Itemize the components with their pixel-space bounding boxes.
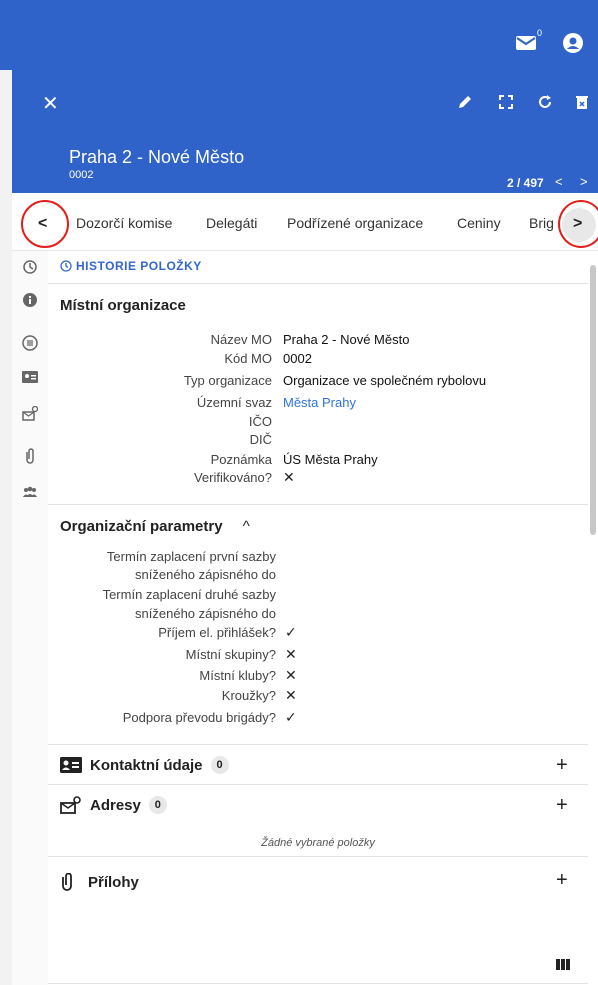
param-label: Příjem el. přihlášek? [158,625,276,640]
address-icon [60,796,81,814]
check-icon: ✓ [285,624,297,640]
field-label: Územní svaz [196,395,272,410]
record-header: ✕ Praha 2 - Nové Město 0002 2 / 497 < > [12,70,598,193]
section-title-mo: Místní organizace [60,297,186,314]
tab-delegati[interactable]: Delegáti [206,215,257,231]
addresses-title: Adresy [90,796,141,814]
check-icon: ✓ [285,709,297,725]
tabs-scroll-left-button[interactable]: < [38,215,47,233]
detail-panel: HISTORIE POLOŽKY Místní organizace Název… [48,251,588,985]
account-icon[interactable] [563,33,583,53]
divider [48,983,588,984]
param-label: sníženého zápisného do [135,567,276,582]
contact-card-icon [60,757,82,773]
addresses-section-header[interactable]: Adresy 0 [60,796,167,814]
contact-card-icon[interactable] [22,369,38,385]
history-label: HISTORIE POLOŽKY [76,259,202,273]
param-label: Místní kluby? [199,668,276,683]
param-label: Místní skupiny? [185,647,276,662]
param-label: Termín zaplacení druhé sazby [102,587,276,602]
empty-state-note: Žádné vybrané položky [261,837,375,849]
field-label: Poznámka [210,452,272,467]
record-title: Praha 2 - Nové Město [69,147,245,167]
attachment-icon[interactable] [22,448,38,464]
tab-ceniny[interactable]: Ceniny [457,215,501,231]
info-icon[interactable] [22,292,38,308]
left-edge-strip [0,70,12,985]
addresses-count-badge: 0 [148,796,167,814]
divider [48,744,588,745]
field-label: Typ organizace [183,373,272,388]
close-button[interactable]: ✕ [42,94,59,114]
edit-icon[interactable] [457,94,473,110]
fullscreen-icon[interactable] [498,94,514,110]
contacts-count-badge: 0 [210,756,229,774]
divider [48,504,588,505]
param-label: Kroužky? [221,688,276,703]
divider [48,283,588,284]
list-icon[interactable] [22,335,38,351]
previous-record-button[interactable]: < [555,174,563,189]
divider [48,784,588,785]
section-title-params: Organizační parametry ^ [60,518,250,535]
field-label: IČO [248,414,272,429]
tab-brigady[interactable]: Brig [529,215,554,231]
cross-icon: ✕ [283,469,295,485]
field-value: 0002 [283,351,312,366]
field-value: Organizace ve společném rybolovu [283,373,487,388]
mail-icon[interactable] [516,36,536,50]
tabs-scroll-right-button[interactable]: > [573,215,582,233]
param-label: sníženého zápisného do [135,606,276,621]
field-label: Kód MO [224,351,272,366]
section-side-rail [12,251,48,985]
field-value: Praha 2 - Nové Město [283,332,410,347]
vertical-scrollbar[interactable] [590,265,596,535]
tab-podrizene-organizace[interactable]: Podřízené organizace [287,215,423,231]
attachment-icon [62,873,72,891]
mail-count: 0 [537,28,543,38]
add-attachment-button[interactable]: + [556,869,568,892]
param-label: Podpora převodu brigády? [122,710,276,725]
group-icon[interactable] [22,484,38,500]
contacts-title: Kontaktní údaje [90,756,203,774]
delete-icon[interactable] [574,94,590,110]
cross-icon: ✕ [285,667,297,683]
field-value: ÚS Města Prahy [283,452,378,467]
field-label: Název MO [210,332,272,347]
section-title-params-label: Organizační parametry [60,518,223,535]
history-link[interactable]: HISTORIE POLOŽKY [60,259,202,273]
refresh-icon[interactable] [537,94,553,110]
next-record-button[interactable]: > [580,174,588,189]
cross-icon: ✕ [285,646,297,662]
tab-dozorci-komise[interactable]: Dozorčí komise [76,215,172,231]
history-icon[interactable] [22,259,38,275]
record-code: 0002 [69,169,94,181]
divider [48,856,588,857]
param-label: Termín zaplacení první sazby [106,549,276,564]
record-pager: 2 / 497 [507,176,544,190]
app-top-bar: 0 [0,0,598,70]
cross-icon: ✕ [285,687,297,703]
add-address-button[interactable]: + [556,794,568,817]
field-label: Verifikováno? [193,470,272,485]
contacts-section-header[interactable]: Kontaktní údaje 0 [60,756,229,774]
address-icon[interactable] [22,406,38,422]
add-contact-button[interactable]: + [556,754,568,777]
field-value-link[interactable]: Města Prahy [283,395,356,410]
tab-strip: Dozorčí komise Delegáti Podřízené organi… [12,193,598,251]
history-icon [60,260,72,272]
field-label: DIČ [249,432,272,447]
collapse-toggle[interactable]: ^ [243,518,250,535]
attachments-section-header[interactable]: Přílohy [60,873,139,891]
columns-icon[interactable] [556,959,570,970]
attachments-title: Přílohy [88,873,139,891]
